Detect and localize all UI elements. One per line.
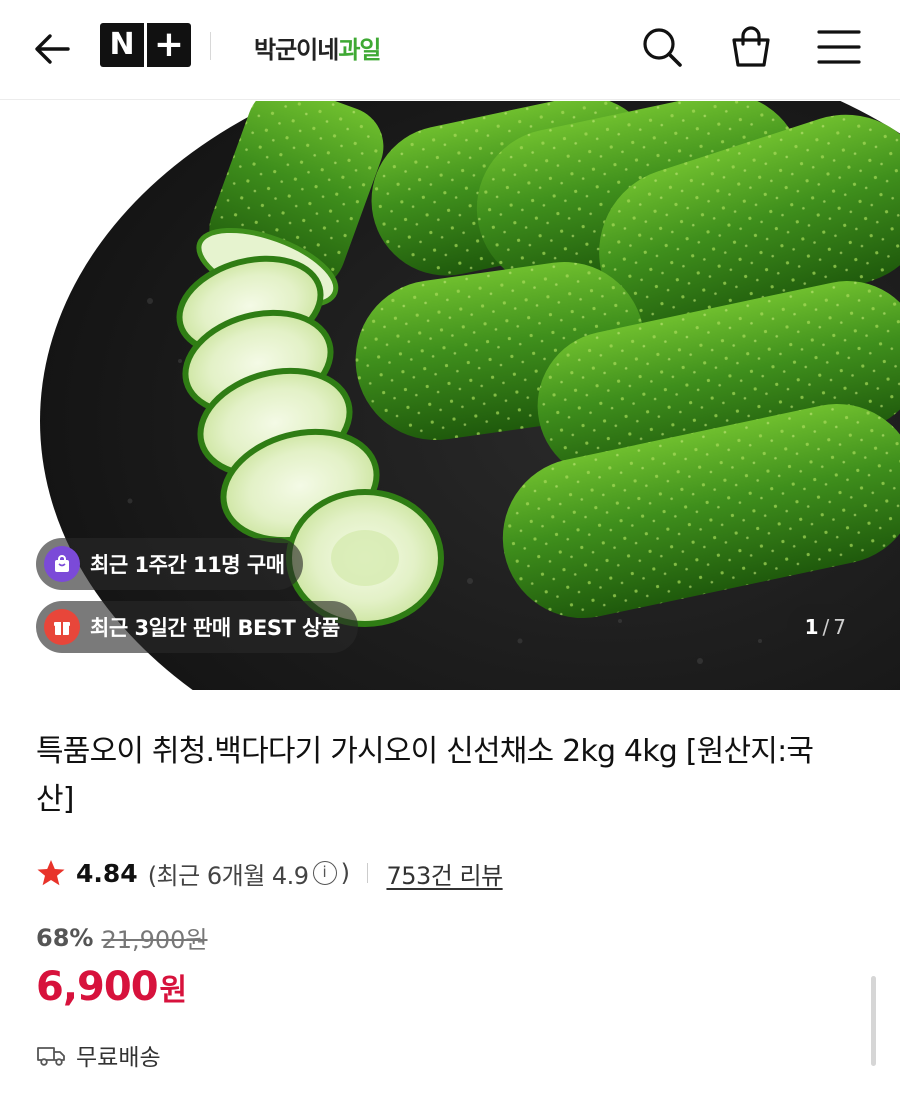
logo-n: N bbox=[100, 23, 144, 67]
sale-price-value: 6,900 bbox=[36, 964, 159, 1010]
image-counter: 1 / 7 bbox=[786, 604, 864, 650]
gift-icon bbox=[44, 609, 80, 645]
menu-icon[interactable] bbox=[814, 22, 864, 72]
shipping-text: 무료배송 bbox=[76, 1045, 161, 1071]
image-counter-separator: / bbox=[822, 615, 830, 639]
product-image-carousel[interactable]: 최근 1주간 11명 구매 최근 3일간 판매 BEST 상품 1 / 7 bbox=[0, 101, 900, 690]
delivery-truck-icon bbox=[37, 1047, 65, 1066]
scrollbar[interactable] bbox=[871, 976, 876, 1066]
original-price: 21,900원 bbox=[101, 926, 208, 954]
star-icon bbox=[37, 860, 65, 886]
rating-row: 4.84 (최근 6개월 4.9 i ) 753건 리뷰 bbox=[36, 853, 503, 893]
sale-price-unit: 원 bbox=[159, 973, 188, 1008]
store-name-accent: 과일 bbox=[338, 36, 381, 64]
top-header: N + 박군이네과일 bbox=[0, 0, 900, 100]
store-name[interactable]: 박군이네과일 bbox=[254, 30, 382, 65]
recent-buyers-badge: 최근 1주간 11명 구매 bbox=[36, 538, 303, 590]
logo-divider bbox=[210, 32, 211, 60]
recent-rating-suffix: ) bbox=[340, 859, 350, 887]
best-seller-badge: 최근 3일간 판매 BEST 상품 bbox=[36, 601, 358, 653]
best-seller-text: 최근 3일간 판매 BEST 상품 bbox=[90, 616, 340, 640]
recent-buyers-text: 최근 1주간 11명 구매 bbox=[90, 553, 285, 577]
product-title: 특품오이 취청.백다다기 가시오이 신선채소 2kg 4kg [원산지:국산] bbox=[36, 734, 814, 817]
sale-price: 6,900 원 bbox=[36, 964, 187, 1010]
info-icon[interactable]: i bbox=[312, 861, 337, 885]
image-counter-current: 1 bbox=[804, 615, 819, 639]
original-price-row: 68% 21,900원 bbox=[36, 920, 208, 955]
back-arrow-icon[interactable] bbox=[26, 22, 80, 76]
logo-plus: + bbox=[147, 23, 191, 67]
search-icon[interactable] bbox=[637, 22, 687, 72]
rating-score: 4.84 bbox=[76, 858, 138, 888]
discount-rate: 68% bbox=[36, 923, 94, 952]
store-name-main: 박군이네 bbox=[254, 36, 339, 64]
recent-rating-prefix: (최근 6개월 4.9 bbox=[147, 861, 309, 890]
bag-icon bbox=[44, 546, 80, 582]
naver-plus-logo[interactable]: N + bbox=[100, 23, 191, 67]
image-counter-total: 7 bbox=[833, 615, 846, 639]
reviews-link[interactable]: 753건 리뷰 bbox=[386, 856, 503, 891]
divider bbox=[367, 863, 369, 883]
shopping-bag-icon[interactable] bbox=[726, 22, 776, 72]
shipping-info: 무료배송 bbox=[36, 1038, 161, 1072]
